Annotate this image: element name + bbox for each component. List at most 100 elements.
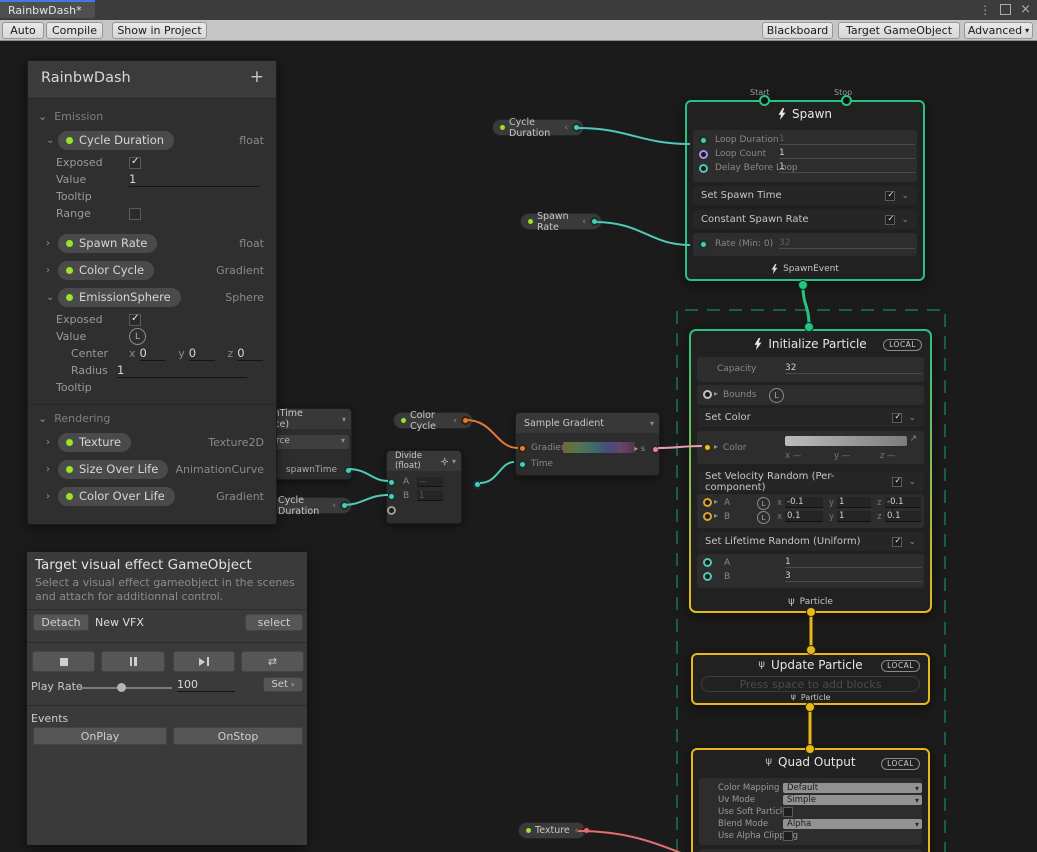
expand-triangle-icon[interactable]: ▸	[714, 389, 718, 398]
add-parameter-button[interactable]: +	[250, 67, 264, 87]
expand-triangle-icon[interactable]: ▸	[714, 442, 718, 451]
local-space-icon[interactable]: L	[757, 497, 770, 510]
set-velocity-random-block[interactable]: Set Velocity Random (Per-component) ⌄	[697, 472, 924, 491]
parameter-node-cycle-duration-2[interactable]: Cycle Duration ‹	[268, 497, 352, 514]
divide-operator-node[interactable]: Divide (float) ▾ A — B 1	[386, 450, 462, 524]
param-row-texture[interactable]: › Texture Texture2D	[28, 429, 276, 456]
texture-output-port[interactable]	[582, 826, 591, 835]
chevron-down-icon[interactable]: ⌄	[901, 191, 909, 201]
center-y-field[interactable]: 0	[189, 346, 215, 361]
chevron-down-icon[interactable]: ⌄	[908, 413, 916, 423]
lifetime-b-port[interactable]	[703, 572, 712, 581]
collapse-icon[interactable]: ‹	[582, 217, 586, 227]
param-row-spawn-rate[interactable]: › Spawn Rate float	[28, 230, 276, 257]
hdr-arrow-icon[interactable]: ↗	[909, 434, 917, 444]
param-row-emission-sphere[interactable]: ⌄ EmissionSphere Sphere	[28, 284, 276, 311]
sample-gradient-node[interactable]: Sample Gradient ▾ Gradient Time ▸ s	[515, 412, 660, 476]
collapse-icon[interactable]: ‹	[564, 123, 568, 133]
chevron-down-icon[interactable]: ▾	[452, 457, 456, 466]
float-output-port[interactable]	[590, 217, 599, 226]
parameter-pill[interactable]: EmissionSphere	[58, 288, 181, 307]
float-output-port[interactable]	[340, 501, 349, 510]
start-flow-port[interactable]	[759, 95, 770, 106]
editor-tab[interactable]: RainbwDash*	[0, 0, 95, 18]
category-emission[interactable]: ⌄ Emission	[28, 105, 276, 127]
stop-button[interactable]	[32, 651, 95, 672]
parameter-node-texture[interactable]: Texture ‹	[518, 822, 586, 839]
blackboard-toggle-button[interactable]: Blackboard	[762, 22, 833, 39]
param-row-cycle-duration[interactable]: ⌄ Cycle Duration float	[28, 127, 276, 154]
sample-output-port[interactable]	[651, 445, 660, 454]
velocity-a-port[interactable]	[703, 498, 712, 507]
chevron-right-icon[interactable]: ›	[46, 464, 58, 475]
chevron-down-icon[interactable]: ⌄	[908, 537, 916, 547]
block-enabled-checkbox[interactable]	[885, 191, 895, 201]
time-input-port[interactable]	[518, 460, 527, 469]
divide-output-port[interactable]	[473, 480, 482, 489]
close-icon[interactable]: ×	[1020, 2, 1031, 17]
parameter-node-spawn-rate[interactable]: Spawn Rate ‹	[520, 213, 602, 230]
rate-port[interactable]	[699, 240, 708, 249]
set-spawn-time-block[interactable]: Set Spawn Time ⌄	[693, 186, 917, 205]
gradient-preview-swatch[interactable]	[563, 442, 635, 453]
onstop-button[interactable]: OnStop	[173, 727, 303, 745]
block-enabled-checkbox[interactable]	[892, 413, 902, 423]
set-lifetime-random-block[interactable]: Set Lifetime Random (Uniform) ⌄	[697, 532, 924, 551]
pause-button[interactable]	[101, 651, 165, 672]
quad-output-context-node[interactable]: ψ Quad Output LOCAL Color Mapping Mode D…	[691, 748, 930, 852]
chevron-down-icon[interactable]: ▾	[650, 419, 654, 428]
divide-input-a-port[interactable]	[387, 478, 396, 487]
parameter-pill[interactable]: Texture	[58, 433, 131, 452]
loop-duration-port[interactable]	[699, 136, 708, 145]
expand-triangle-icon[interactable]: ▸	[714, 497, 718, 506]
stop-flow-port[interactable]	[841, 95, 852, 106]
uv-mode-dropdown[interactable]: Simple	[783, 795, 922, 805]
chevron-down-icon[interactable]: ⌄	[38, 412, 47, 425]
block-enabled-checkbox[interactable]	[892, 477, 902, 487]
collapse-icon[interactable]: ‹	[332, 501, 336, 511]
color-mapping-dropdown[interactable]: Default	[783, 783, 922, 793]
detach-button[interactable]: Detach	[33, 614, 89, 631]
local-space-icon[interactable]: L	[757, 511, 770, 524]
range-checkbox[interactable]	[129, 208, 141, 220]
category-rendering[interactable]: ⌄ Rendering	[28, 404, 276, 429]
radius-field[interactable]: 1	[117, 363, 247, 378]
target-gameobject-toggle-button[interactable]: Target GameObject	[838, 22, 960, 39]
gradient-input-port[interactable]	[518, 444, 527, 453]
parameter-node-color-cycle[interactable]: Color Cycle ‹	[393, 412, 473, 429]
value-field[interactable]: 1	[129, 172, 259, 187]
spawn-context-node[interactable]: Start Stop Spawn Loop Duration 1 Loop Co…	[685, 100, 925, 281]
parameter-pill[interactable]: Color Over Life	[58, 487, 175, 506]
parameter-pill[interactable]: Color Cycle	[58, 261, 154, 280]
exposed-checkbox[interactable]	[129, 157, 141, 169]
parameter-node-cycle-duration[interactable]: Cycle Duration ‹	[492, 119, 584, 136]
chevron-down-icon[interactable]: ▾	[342, 415, 346, 424]
alpha-clipping-checkbox[interactable]	[783, 831, 793, 841]
parameter-pill[interactable]: Size Over Life	[58, 460, 168, 479]
center-z-field[interactable]: 0	[237, 346, 263, 361]
step-button[interactable]	[173, 651, 235, 672]
onplay-button[interactable]: OnPlay	[33, 727, 167, 745]
expand-triangle-icon[interactable]: ▸	[714, 511, 718, 520]
kebab-menu-icon[interactable]: ⋮	[979, 3, 991, 17]
set-dropdown-button[interactable]: Set▾	[263, 677, 303, 692]
chevron-right-icon[interactable]: ›	[46, 437, 58, 448]
color-port[interactable]	[703, 443, 712, 452]
show-in-project-button[interactable]: Show in Project	[112, 22, 207, 39]
update-context-node[interactable]: ψ Update Particle LOCAL Press space to a…	[691, 653, 930, 705]
lifetime-a-port[interactable]	[703, 558, 712, 567]
center-x-field[interactable]: 0	[140, 346, 166, 361]
spawntime-output-port[interactable]	[344, 466, 353, 475]
delay-before-loop-port[interactable]	[699, 164, 708, 173]
param-row-size-over-life[interactable]: › Size Over Life AnimationCurve	[28, 456, 276, 483]
play-rate-slider-track[interactable]	[80, 687, 172, 689]
soft-particle-checkbox[interactable]	[783, 807, 793, 817]
play-rate-field[interactable]: 100	[177, 678, 235, 692]
color-field[interactable]	[785, 436, 907, 446]
float-output-port[interactable]	[572, 123, 581, 132]
parameter-pill[interactable]: Spawn Rate	[58, 234, 157, 253]
chevron-right-icon[interactable]: ›	[46, 238, 58, 249]
chevron-down-icon[interactable]: ⌄	[46, 292, 58, 303]
chevron-right-icon[interactable]: ›	[46, 265, 58, 276]
restart-button[interactable]: ⇄	[241, 651, 304, 672]
